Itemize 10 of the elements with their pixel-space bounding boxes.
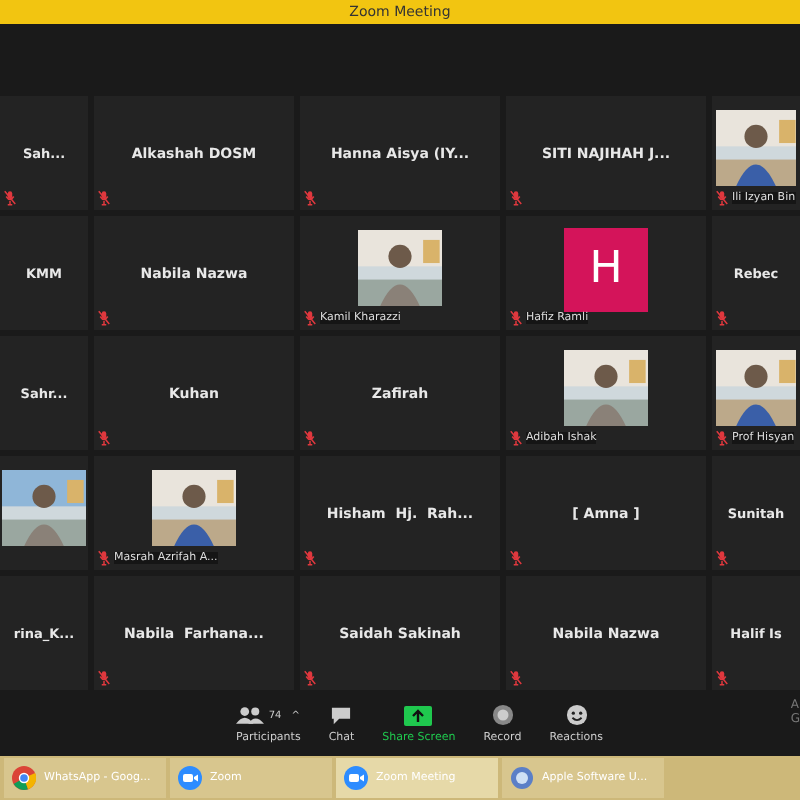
video-camera-icon [178, 766, 202, 790]
people-icon [236, 706, 265, 724]
video-camera-icon [344, 766, 368, 790]
record-icon [491, 704, 514, 726]
browser-icon [12, 766, 36, 790]
avatar: H [564, 227, 648, 311]
chat-icon [330, 705, 353, 725]
update-icon [510, 766, 534, 790]
smiley-icon [565, 704, 588, 726]
share-screen-icon [404, 705, 433, 725]
